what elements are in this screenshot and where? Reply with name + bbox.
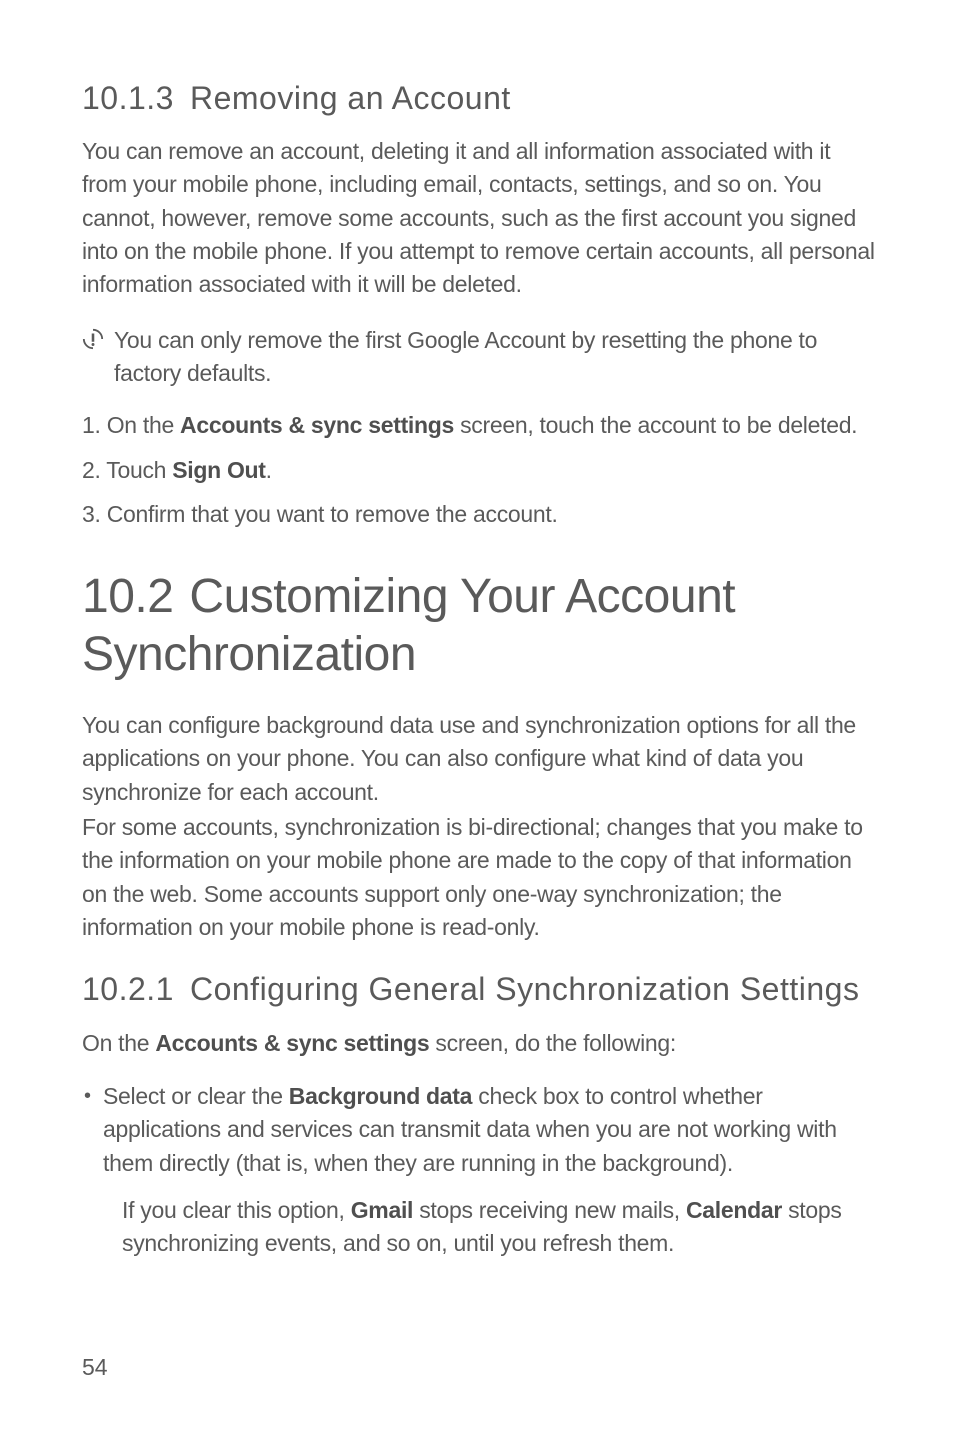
intro-pre: On the [82, 1030, 155, 1056]
bullet-marker: • [84, 1080, 91, 1112]
heading-10-1-3: 10.1.3 Removing an Account [82, 80, 876, 117]
info-caution-icon [82, 328, 104, 350]
paragraph-remove-account: You can remove an account, deleting it a… [82, 135, 876, 302]
step-number: 3. [82, 501, 101, 527]
step-text: Confirm that you want to remove the acco… [107, 501, 558, 527]
bullet-pre: Select or clear the [103, 1083, 289, 1109]
sub-bold-1: Gmail [351, 1197, 413, 1223]
note-text: You can only remove the first Google Acc… [114, 324, 876, 391]
paragraph-sync-1: You can configure background data use an… [82, 709, 876, 809]
step-text-pre: Touch [106, 457, 172, 483]
heading-10-2: 10.2Customizing Your Account Synchroniza… [82, 568, 876, 683]
bullet-item: • Select or clear the Background data ch… [82, 1080, 876, 1180]
step-text-post: . [266, 457, 272, 483]
heading-number: 10.1.3 [82, 80, 174, 116]
sub-bold-2: Calendar [686, 1197, 782, 1223]
note-callout: You can only remove the first Google Acc… [82, 324, 876, 391]
page-number: 54 [82, 1354, 108, 1381]
heading-title: Configuring General Synchronization Sett… [190, 971, 859, 1007]
heading-10-2-1: 10.2.1 Configuring General Synchronizatio… [82, 971, 876, 1008]
step-text-bold: Sign Out [172, 457, 265, 483]
step-3: 3. Confirm that you want to remove the a… [82, 497, 876, 532]
bullet-bold: Background data [289, 1083, 472, 1109]
step-text-bold: Accounts & sync settings [180, 412, 454, 438]
step-number: 2. [82, 457, 101, 483]
bullet-text: Select or clear the Background data chec… [103, 1080, 876, 1180]
sub-note: If you clear this option, Gmail stops re… [122, 1194, 876, 1261]
step-text-pre: On the [107, 412, 180, 438]
intro-bold: Accounts & sync settings [155, 1030, 429, 1056]
intro-post: screen, do the following: [429, 1030, 676, 1056]
step-2: 2. Touch Sign Out. [82, 453, 876, 488]
intro-line: On the Accounts & sync settings screen, … [82, 1026, 876, 1061]
heading-title: Removing an Account [190, 80, 511, 116]
step-text-post: screen, touch the account to be deleted. [454, 412, 857, 438]
heading-number: 10.2 [82, 570, 173, 623]
sub-mid: stops receiving new mails, [413, 1197, 686, 1223]
heading-title: Customizing Your Account Synchronization [82, 570, 735, 681]
sub-pre: If you clear this option, [122, 1197, 351, 1223]
paragraph-sync-2: For some accounts, synchronization is bi… [82, 811, 876, 944]
step-1: 1. On the Accounts & sync settings scree… [82, 408, 876, 443]
heading-number: 10.2.1 [82, 971, 174, 1007]
step-number: 1. [82, 412, 101, 438]
